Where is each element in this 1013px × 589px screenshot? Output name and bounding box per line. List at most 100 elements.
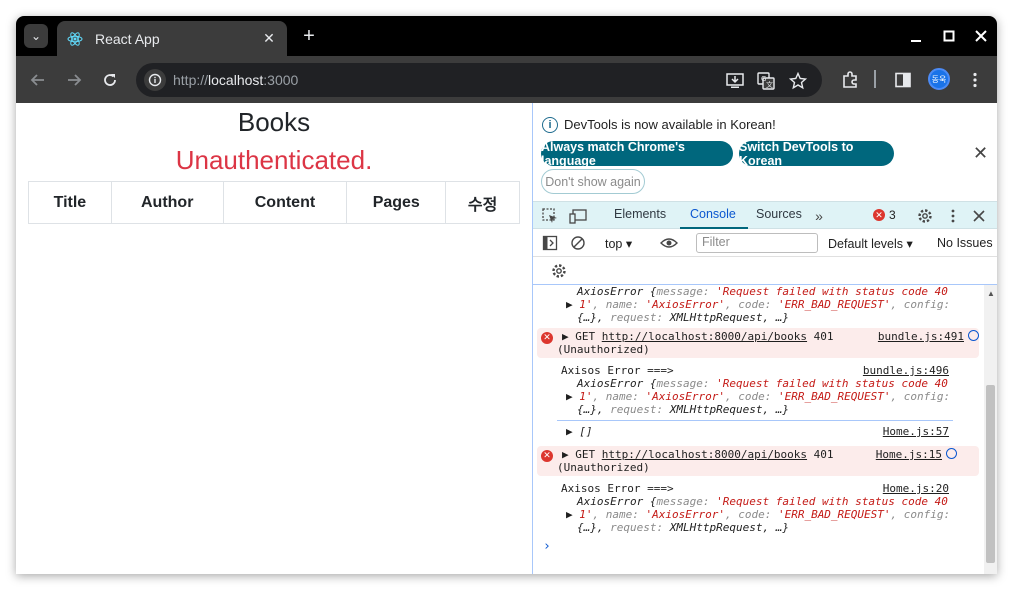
url-port: :3000 — [263, 72, 299, 88]
scroll-up-arrow-icon[interactable]: ▲ — [987, 289, 995, 298]
error-counter[interactable]: ✕ 3 — [873, 208, 896, 222]
request-line[interactable]: ▶ GET http://localhost:8000/api/books 40… — [562, 330, 834, 343]
live-expression-eye-icon[interactable] — [660, 234, 678, 252]
empty-array-line[interactable]: ▶ [] — [566, 425, 593, 438]
info-icon: i — [542, 117, 558, 133]
console-filter-input[interactable]: Filter — [696, 233, 818, 253]
axios-object-line[interactable]: ▶ 1', name: 'AxiosError', code: 'ERR_BAD… — [566, 298, 950, 311]
install-app-icon[interactable] — [725, 71, 745, 91]
axios-object-tail: {…}, request: XMLHttpRequest, …} — [577, 403, 789, 416]
devtools-language-infobar: i DevTools is now available in Korean! A… — [533, 103, 997, 201]
title-bar: ⌄ React App ✕ + — [16, 16, 997, 56]
puzzle-icon — [843, 71, 857, 88]
url-scheme: http:// — [173, 72, 209, 88]
context-selector[interactable]: top ▾ — [605, 236, 632, 251]
reload-button[interactable] — [98, 68, 122, 92]
console-settings-gear-icon[interactable] — [550, 262, 568, 280]
arrow-left-icon — [30, 74, 44, 86]
reload-icon — [104, 74, 116, 86]
source-link[interactable]: bundle.js:491 — [878, 330, 979, 343]
tab-sources[interactable]: Sources — [756, 207, 802, 221]
dont-show-again-button[interactable]: Don't show again — [541, 169, 645, 194]
object-key: request: — [610, 403, 670, 416]
source-link[interactable]: bundle.js:496 — [863, 364, 949, 377]
error-icon: ✕ — [541, 332, 553, 344]
close-devtools-icon[interactable] — [970, 207, 988, 225]
translate-icon[interactable]: G文 — [756, 71, 776, 91]
settings-gear-icon[interactable] — [916, 207, 934, 225]
object-key: , name: — [592, 390, 646, 403]
source-link[interactable]: Home.js:57 — [883, 425, 949, 438]
address-bar[interactable]: http://localhost:3000 G文 — [136, 63, 822, 97]
close-window-button[interactable] — [969, 24, 993, 48]
axios-object-tail: {…}, request: XMLHttpRequest, …} — [577, 311, 789, 324]
clear-console-icon[interactable] — [569, 234, 587, 252]
object-value: 'Request failed with status code 40 — [716, 377, 948, 390]
maximize-icon — [943, 30, 955, 42]
object-key: , code: — [724, 298, 778, 311]
request-line[interactable]: ▶ GET http://localhost:8000/api/books 40… — [562, 448, 834, 461]
console-message: Axisos Error ===> Home.js:20 AxiosError … — [533, 480, 983, 536]
console-scrollbar[interactable]: ▲ — [984, 285, 997, 574]
side-panel-icon — [895, 72, 911, 88]
profile-avatar[interactable]: 동욱 — [928, 68, 950, 90]
tab-elements[interactable]: Elements — [614, 207, 666, 221]
log-levels-dropdown[interactable]: Default levels ▾ — [828, 236, 913, 251]
extensions-button[interactable] — [838, 68, 862, 92]
request-url-link[interactable]: http://localhost:8000/api/books — [602, 330, 807, 343]
inspect-element-icon[interactable] — [541, 207, 559, 225]
axios-object-line[interactable]: ▶ 1', name: 'AxiosError', code: 'ERR_BAD… — [566, 508, 950, 521]
chevron-down-icon: ⌄ — [30, 29, 42, 43]
scrollbar-thumb[interactable] — [986, 385, 995, 563]
site-info-icon[interactable] — [144, 69, 166, 91]
url-text: http://localhost:3000 — [173, 72, 298, 88]
browser-menu-button[interactable] — [963, 68, 987, 92]
infobar-close-icon[interactable]: ✕ — [973, 143, 988, 164]
sidebar-toggle-icon[interactable] — [541, 234, 559, 252]
auth-error-message: Unauthenticated. — [175, 145, 373, 175]
source-link[interactable]: Home.js:20 — [883, 482, 949, 495]
object-value: XMLHttpRequest, …} — [669, 403, 789, 416]
side-panel-button[interactable] — [891, 68, 915, 92]
browser-tab[interactable]: React App ✕ — [57, 21, 287, 56]
maximize-button[interactable] — [937, 24, 961, 48]
always-match-language-button[interactable]: Always match Chrome's language — [541, 140, 733, 168]
console-message: Axisos Error ===> bundle.js:496 AxiosErr… — [533, 362, 983, 418]
log-label: Axisos Error ===> — [561, 482, 674, 495]
devtools-menu-icon[interactable] — [944, 207, 962, 225]
switch-devtools-korean-button[interactable]: Switch DevTools to Korean — [739, 140, 894, 168]
axios-object-head: AxiosError {message: 'Request failed wit… — [577, 495, 948, 508]
tab-search-button[interactable]: ⌄ — [24, 24, 48, 48]
source-file: Home.js:15 — [875, 448, 942, 461]
tab-console[interactable]: Console — [690, 207, 736, 221]
object-key: , code: — [724, 390, 778, 403]
object-value: XMLHttpRequest, …} — [669, 311, 789, 324]
context-label: top — [605, 237, 623, 251]
source-link[interactable]: Home.js:15 — [876, 448, 957, 461]
issues-indicator[interactable]: No Issues — [937, 236, 993, 250]
object-value: XMLHttpRequest, …} — [669, 521, 789, 534]
browser-toolbar: http://localhost:3000 G文 동욱 — [16, 56, 997, 103]
object-key: message: — [656, 285, 717, 298]
toolbar-divider — [874, 70, 876, 88]
axios-object-line[interactable]: ▶ 1', name: 'AxiosError', code: 'ERR_BAD… — [566, 390, 950, 403]
object-value: 'ERR_BAD_REQUEST' — [777, 298, 891, 311]
device-toolbar-icon[interactable] — [569, 207, 587, 225]
console-message: ▶ [] Home.js:57 — [533, 423, 983, 441]
column-header-pages: Pages — [346, 181, 447, 224]
minimize-button[interactable] — [904, 24, 928, 48]
object-key: , code: — [724, 508, 778, 521]
object-head: AxiosError { — [577, 377, 657, 390]
back-button[interactable] — [26, 68, 50, 92]
console-error-message: ✕ ▶ GET http://localhost:8000/api/books … — [537, 446, 979, 476]
new-tab-button[interactable]: + — [298, 25, 320, 47]
more-tabs-icon[interactable]: » — [810, 207, 828, 225]
devtools-tab-bar: Elements Console Sources » ✕ 3 — [533, 201, 997, 229]
bookmark-star-icon[interactable] — [788, 71, 808, 91]
axios-object-tail: {…}, request: XMLHttpRequest, …} — [577, 521, 789, 534]
request-url-link[interactable]: http://localhost:8000/api/books — [602, 448, 807, 461]
console-prompt-input[interactable]: › — [543, 539, 551, 554]
forward-button[interactable] — [62, 68, 86, 92]
object-key: , name: — [592, 508, 646, 521]
tab-close-icon[interactable]: ✕ — [257, 30, 281, 47]
